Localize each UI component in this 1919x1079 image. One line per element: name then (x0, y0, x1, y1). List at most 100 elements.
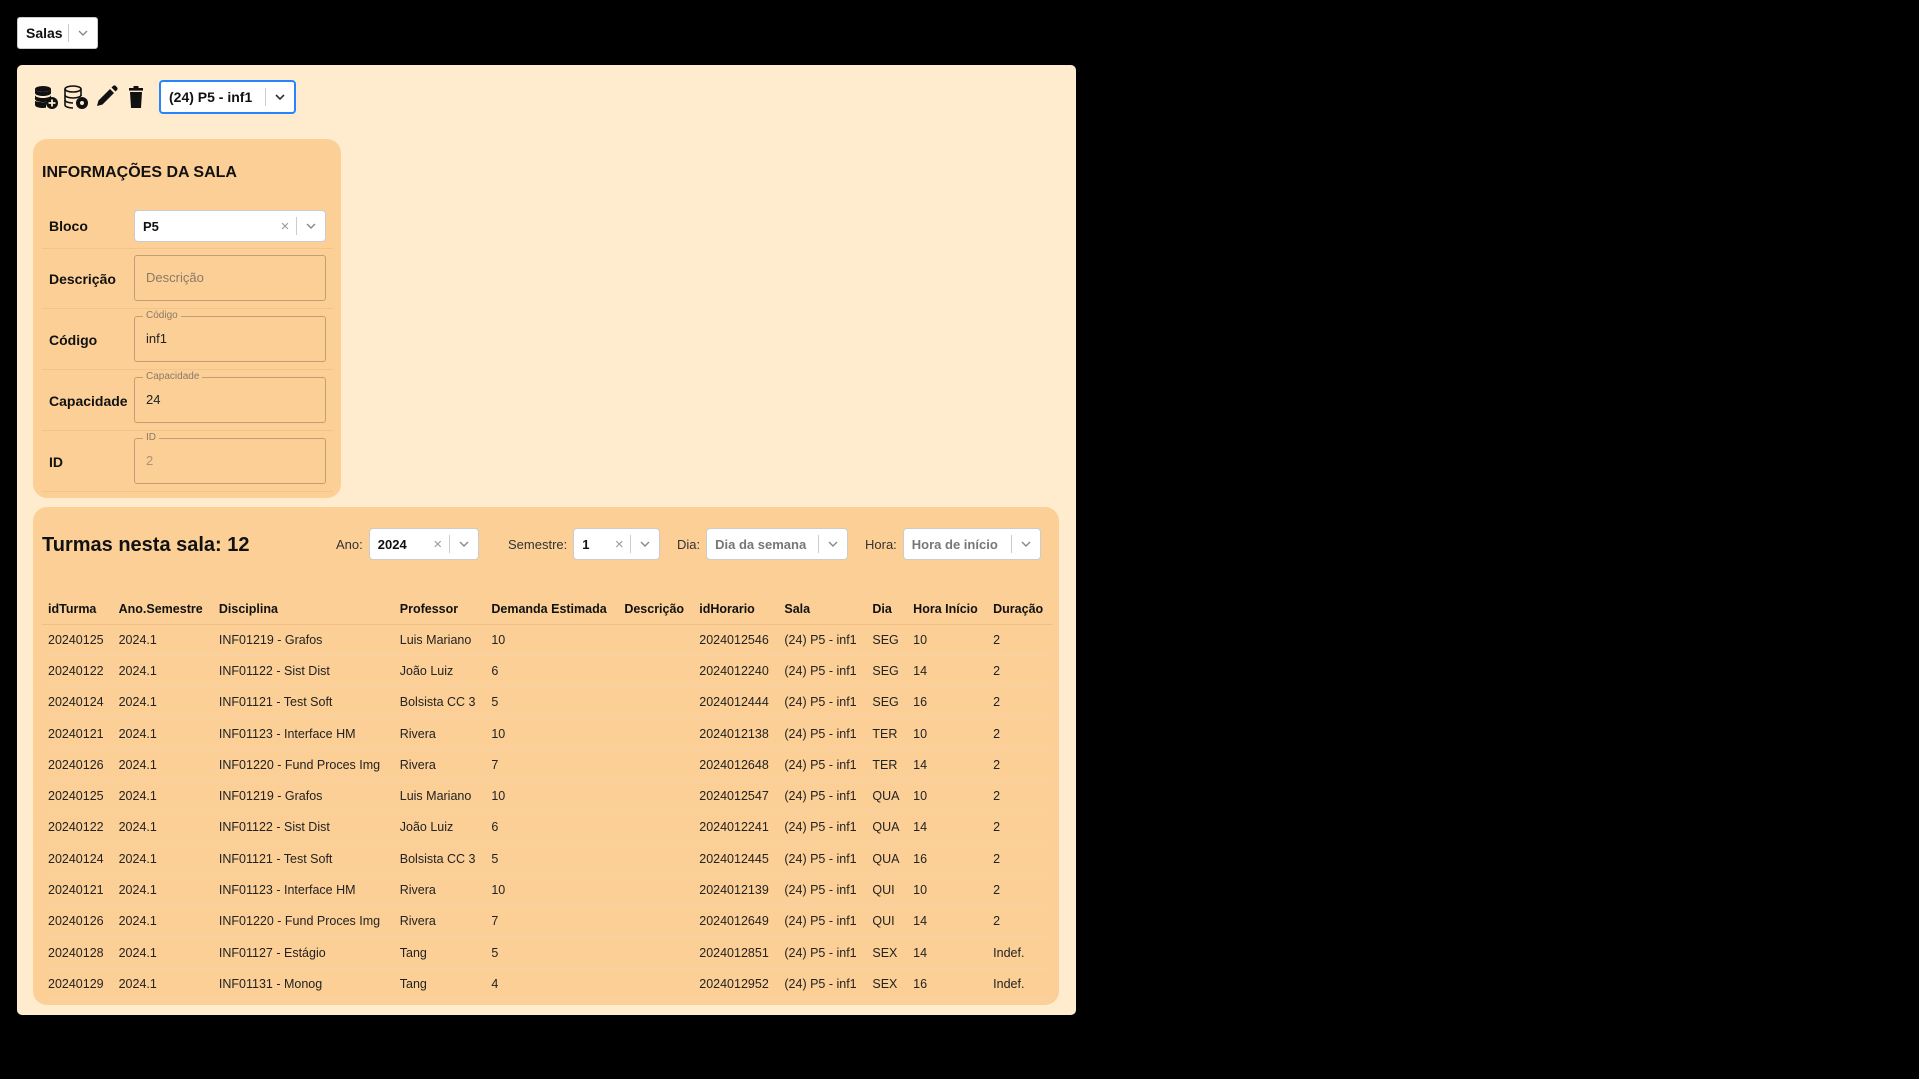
table-cell: 4 (485, 968, 619, 1001)
codigo-field[interactable]: Código inf1 (134, 310, 326, 362)
column-header[interactable]: Sala (778, 594, 867, 625)
table-cell: 20240125 (42, 780, 113, 813)
semestre-value: 1 (582, 536, 590, 552)
table-cell: SEX (866, 936, 908, 969)
table-row[interactable]: 20240126 2024.1 INF01220 - Fund Proces Img… (42, 749, 1052, 781)
descricao-field[interactable]: Descrição (134, 255, 326, 301)
table-cell: (24) P5 - inf1 (778, 749, 867, 781)
hora-select[interactable]: Hora de início (902, 528, 1041, 560)
column-header[interactable]: Hora Início (907, 594, 988, 625)
chevron-down-icon[interactable] (819, 538, 847, 550)
table-cell: 6 (485, 655, 619, 688)
column-header[interactable]: Professor (393, 594, 486, 625)
table-cell (618, 749, 694, 781)
table-cell: 2024012444 (693, 686, 779, 719)
column-header[interactable]: idTurma (42, 594, 113, 625)
column-header[interactable]: Disciplina (212, 594, 394, 625)
chevron-down-icon[interactable] (1012, 538, 1040, 550)
table-cell: 16 (907, 968, 988, 1001)
table-cell: 2024.1 (112, 686, 213, 719)
clear-icon[interactable]: × (274, 218, 296, 235)
classes-title: Turmas nesta sala: 12 (42, 534, 250, 556)
table-cell: 20240121 (42, 874, 113, 907)
view-select-value: Salas (26, 25, 63, 41)
pencil-icon[interactable] (93, 83, 119, 111)
table-cell: 14 (907, 749, 988, 781)
column-header[interactable]: Ano.Semestre (112, 594, 213, 625)
table-cell: (24) P5 - inf1 (778, 780, 867, 813)
capacidade-float-label: Capacidade (143, 371, 203, 383)
column-header[interactable]: idHorario (693, 594, 779, 625)
table-row[interactable]: 20240124 2024.1 INF01121 - Test Soft Bolsis… (42, 686, 1052, 719)
table-row[interactable]: 20240121 2024.1 INF01123 - Interface HM Riv… (42, 717, 1052, 750)
table-cell: 10 (907, 874, 988, 907)
ano-select[interactable]: 2024 × (368, 528, 479, 560)
dia-select[interactable]: Dia da semana (706, 528, 849, 560)
table-row[interactable]: 20240129 2024.1 INF01131 - Monog Tang 4 20240… (42, 968, 1052, 1001)
database-add-icon[interactable] (33, 83, 59, 111)
table-cell: 14 (907, 905, 988, 938)
table-cell: Bolsista CC 3 (393, 843, 486, 875)
table-cell: 10 (485, 717, 619, 750)
table-cell: 20240128 (42, 936, 113, 969)
database-edit-icon[interactable] (63, 83, 89, 111)
table-cell: (24) P5 - inf1 (778, 968, 867, 1001)
chevron-down-icon[interactable] (631, 538, 659, 550)
table-cell: 20240122 (42, 811, 113, 844)
column-header[interactable]: Dia (866, 594, 908, 625)
column-header[interactable]: Descrição (618, 594, 694, 625)
ano-value: 2024 (377, 536, 407, 552)
table-cell: 6 (485, 811, 619, 844)
table-row[interactable]: 20240125 2024.1 INF01219 - Grafos Luis Mari… (42, 624, 1052, 656)
room-select-value: (24) P5 - inf1 (169, 89, 253, 105)
table-cell: 10 (907, 624, 988, 656)
table-cell: 2024.1 (112, 749, 213, 781)
trash-icon[interactable] (123, 83, 149, 111)
table-cell: Tang (393, 968, 486, 1001)
table-row[interactable]: 20240128 2024.1 INF01127 - Estágio Tang 5 202… (42, 936, 1052, 969)
table-cell: Rivera (393, 905, 486, 938)
column-header[interactable]: Duração (987, 594, 1052, 625)
table-cell: 2024.1 (112, 843, 213, 875)
table-row[interactable]: 20240121 2024.1 INF01123 - Interface HM Riv… (42, 874, 1052, 907)
table-cell: 20240124 (42, 686, 113, 719)
bloco-select[interactable]: P5 × (134, 210, 326, 242)
table-cell: QUA (866, 780, 908, 813)
table-row[interactable]: 20240122 2024.1 INF01122 - Sist Dist João L… (42, 655, 1052, 688)
table-cell: 5 (485, 843, 619, 875)
chevron-down-icon[interactable] (297, 220, 325, 232)
table-row[interactable]: 20240126 2024.1 INF01220 - Fund Proces Img… (42, 905, 1052, 938)
table-cell: 20240124 (42, 843, 113, 875)
capacidade-field[interactable]: Capacidade 24 (134, 371, 326, 423)
codigo-value: inf1 (146, 331, 167, 346)
table-row[interactable]: 20240125 2024.1 INF01219 - Grafos Luis Mari… (42, 780, 1052, 813)
table-cell: QUI (866, 905, 908, 938)
table-cell: INF01123 - Interface HM (212, 717, 394, 750)
table-cell: 2024012649 (693, 905, 779, 938)
chevron-down-icon[interactable] (266, 91, 294, 103)
hora-label: Hora: (865, 536, 897, 552)
table-row[interactable]: 20240124 2024.1 INF01121 - Test Soft Bolsis… (42, 843, 1052, 875)
semestre-select[interactable]: 1 × (573, 528, 661, 560)
clear-icon[interactable]: × (427, 536, 449, 553)
table-cell: João Luiz (393, 655, 486, 688)
column-header[interactable]: Demanda Estimada (485, 594, 619, 625)
dia-placeholder: Dia da semana (715, 536, 807, 552)
view-select[interactable]: Salas (17, 17, 98, 49)
table-cell: INF01122 - Sist Dist (212, 811, 394, 844)
table-row[interactable]: 20240122 2024.1 INF01122 - Sist Dist João L… (42, 811, 1052, 844)
table-cell: INF01131 - Monog (212, 968, 394, 1001)
clear-icon[interactable]: × (608, 536, 630, 553)
semestre-filter: Semestre: 1 × (508, 528, 661, 560)
room-select[interactable]: (24) P5 - inf1 (159, 80, 296, 114)
chevron-down-icon[interactable] (450, 538, 478, 550)
table-cell: 10 (485, 874, 619, 907)
table-cell: 16 (907, 686, 988, 719)
chevron-down-icon[interactable] (69, 27, 97, 39)
table-cell (618, 686, 694, 719)
table-cell: Rivera (393, 874, 486, 907)
codigo-label: Código (49, 332, 98, 348)
dia-label: Dia: (677, 536, 701, 552)
table-cell: Tang (393, 936, 486, 969)
classes-card: Turmas nesta sala: 12 Ano: 2024 × Semest… (33, 507, 1059, 1005)
